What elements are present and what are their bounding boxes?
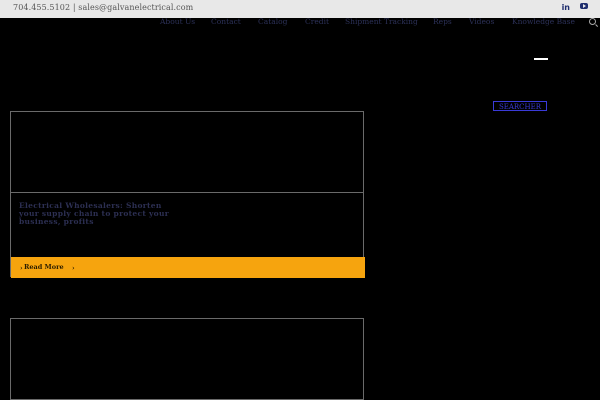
nav-shipment-tracking[interactable]: Shipment Tracking <box>345 17 418 26</box>
nav-credit[interactable]: Credit <box>305 17 329 26</box>
nav-contact[interactable]: Contact <box>211 17 241 26</box>
nav-reps[interactable]: Reps <box>433 17 452 26</box>
article-card: Electrical Wholesalers: Shorten your sup… <box>10 111 365 278</box>
read-more-label[interactable]: Read More <box>24 263 64 271</box>
article-image[interactable] <box>11 112 363 193</box>
chevron-left-icon: › <box>20 264 23 272</box>
article-title[interactable]: Electrical Wholesalers: Shorten your sup… <box>19 202 179 226</box>
article-card-2 <box>10 318 364 400</box>
youtube-icon[interactable] <box>580 3 588 9</box>
search-icon[interactable] <box>589 18 596 25</box>
read-more-bar[interactable]: › Read More › <box>11 257 365 278</box>
menu-toggle-icon[interactable] <box>534 58 548 60</box>
main-nav: About Us Contact Catalog Credit Shipment… <box>0 17 600 29</box>
nav-videos[interactable]: Videos <box>469 17 494 26</box>
contact-info[interactable]: 704.455.5102 | sales@galvanelectrical.co… <box>13 3 193 12</box>
top-bar: 704.455.5102 | sales@galvanelectrical.co… <box>0 0 600 18</box>
search-button[interactable]: SEARCHER <box>493 101 547 111</box>
nav-knowledge-base[interactable]: Knowledge Base <box>512 17 575 26</box>
nav-catalog[interactable]: Catalog <box>258 17 287 26</box>
linkedin-icon[interactable]: in <box>562 3 570 12</box>
nav-about-us[interactable]: About Us <box>160 17 195 26</box>
chevron-right-icon: › <box>72 264 75 272</box>
